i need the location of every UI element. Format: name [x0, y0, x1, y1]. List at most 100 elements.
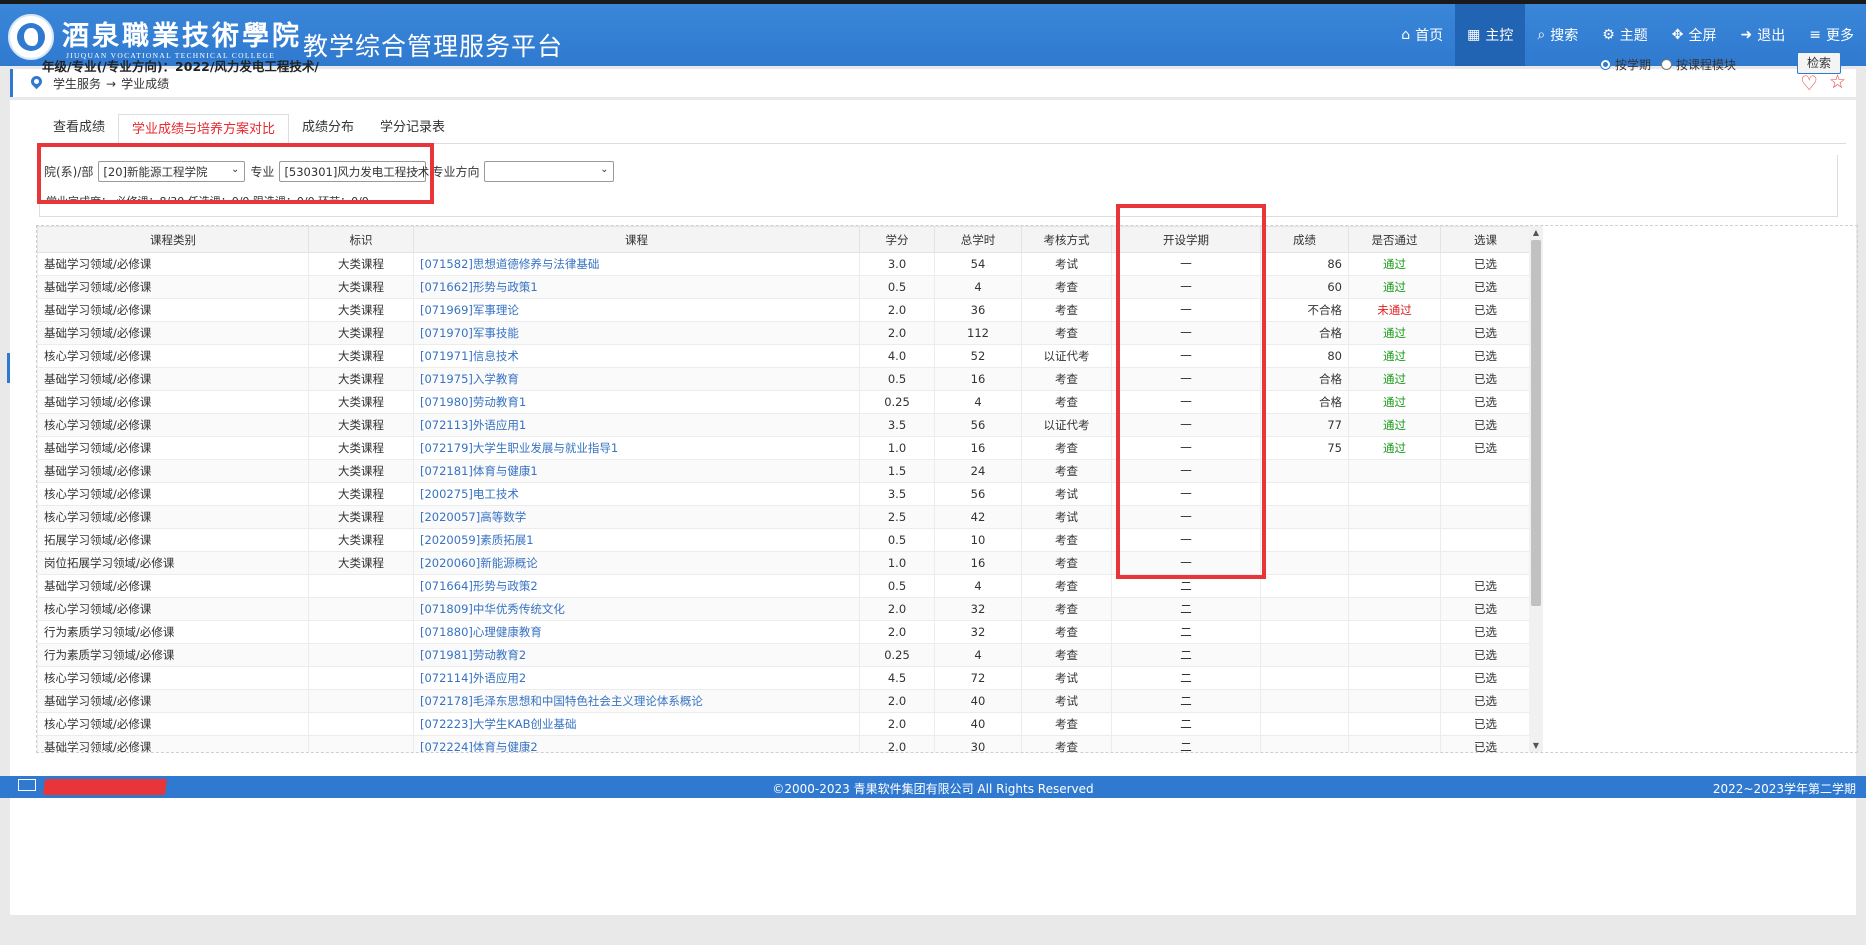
col-hours-cell: 54 [934, 252, 1022, 276]
col-category-cell: 拓展学习领域/必修课 [37, 528, 309, 552]
tab-grade-distribution[interactable]: 成绩分布 [289, 113, 367, 142]
col-course-cell[interactable]: [072113]外语应用1 [413, 413, 860, 437]
col-category-cell: 基础学习领域/必修课 [37, 367, 309, 391]
col-tag-cell [308, 712, 414, 736]
col-hours-cell: 16 [934, 551, 1022, 575]
col-hours-cell: 16 [934, 367, 1022, 391]
col-passed-cell [1348, 574, 1441, 598]
col-passed-cell: 未通过 [1348, 298, 1441, 322]
col-selected-cell: 已选 [1440, 390, 1531, 414]
col-selected-cell: 已选 [1440, 666, 1531, 690]
col-term-cell: 一 [1111, 413, 1261, 437]
tab-view-grades[interactable]: 查看成绩 [40, 113, 118, 142]
scroll-up-icon[interactable]: ▲ [1529, 228, 1543, 237]
footer-term: 2022~2023学年第二学期 [1712, 782, 1856, 796]
scroll-down-icon[interactable]: ▼ [1529, 741, 1543, 750]
col-course-cell[interactable]: [071981]劳动教育2 [413, 643, 860, 667]
table-row: 行为素质学习领域/必修课 [071981]劳动教育2 0.25 4 考查二 已选 [37, 643, 1531, 667]
nav-home[interactable]: ⌂ 首页 [1389, 4, 1455, 66]
col-score-cell [1260, 735, 1349, 752]
col-hours-cell: 56 [934, 482, 1022, 506]
nav-search[interactable]: ⌕ 搜索 [1525, 4, 1590, 66]
col-course-cell[interactable]: [072181]体育与健康1 [413, 459, 860, 483]
col-term-header: 开设学期 [1111, 226, 1261, 253]
heart-icon[interactable]: ♡ [1800, 71, 1818, 95]
col-selected-cell: 已选 [1440, 367, 1531, 391]
col-assessment-cell: 考查 [1021, 367, 1112, 391]
col-hours-cell: 32 [934, 597, 1022, 621]
col-course-cell[interactable]: [2020057]高等数学 [413, 505, 860, 529]
by-module-radio[interactable] [1660, 59, 1672, 70]
footer: ©2000-2023 青果软件集团有限公司 All Rights Reserve… [0, 776, 1866, 798]
col-assessment-cell: 考查 [1021, 643, 1112, 667]
col-term-cell: 一 [1111, 367, 1261, 391]
col-selected-cell [1440, 551, 1531, 575]
scroll-thumb[interactable] [1531, 240, 1541, 606]
col-course-cell[interactable]: [072114]外语应用2 [413, 666, 860, 690]
col-course-cell[interactable]: [071971]信息技术 [413, 344, 860, 368]
major-select[interactable]: [530301]风力发电工程技术 ⌄ [279, 161, 429, 182]
col-passed-cell: 通过 [1348, 321, 1441, 345]
col-course-cell[interactable]: [072223]大学生KAB创业基础 [413, 712, 860, 736]
col-course-cell[interactable]: [071880]心理健康教育 [413, 620, 860, 644]
col-tag-cell [308, 643, 414, 667]
col-score-cell: 合格 [1260, 367, 1349, 391]
col-term-cell: 二 [1111, 574, 1261, 598]
col-selected-cell [1440, 505, 1531, 529]
tab-grades-vs-plan[interactable]: 学业成绩与培养方案对比 [118, 114, 290, 145]
col-passed-header: 是否通过 [1348, 226, 1441, 253]
star-icon[interactable]: ☆ [1829, 71, 1846, 93]
col-selected-cell: 已选 [1440, 620, 1531, 644]
col-category-cell: 核心学习领域/必修课 [37, 505, 309, 529]
col-score-cell: 合格 [1260, 321, 1349, 345]
col-assessment-cell: 考试 [1021, 482, 1112, 506]
tab-bar: 查看成绩 学业成绩与培养方案对比 成绩分布 学分记录表 [40, 113, 458, 145]
col-course-cell[interactable]: [072179]大学生职业发展与就业指导1 [413, 436, 860, 460]
col-course-cell[interactable]: [071662]形势与政策1 [413, 275, 860, 299]
nav-more-label: 更多 [1826, 28, 1854, 44]
col-course-cell[interactable]: [071809]中华优秀传统文化 [413, 597, 860, 621]
col-selected-cell: 已选 [1440, 298, 1531, 322]
col-course-cell[interactable]: [071980]劳动教育1 [413, 390, 860, 414]
col-course-cell[interactable]: [200275]电工技术 [413, 482, 860, 506]
table-row: 核心学习领域/必修课 [072114]外语应用2 4.5 72 考试二 已选 [37, 666, 1531, 690]
col-course-cell[interactable]: [071664]形势与政策2 [413, 574, 860, 598]
col-credit-cell: 1.5 [859, 459, 935, 483]
col-selected-cell: 已选 [1440, 574, 1531, 598]
table-row: 核心学习领域/必修课 [072223]大学生KAB创业基础 2.0 40 考查二 已选 [37, 712, 1531, 736]
col-credit-header: 学分 [859, 226, 935, 253]
by-term-radio[interactable] [1599, 59, 1611, 70]
table-scrollbar[interactable]: ▲ ▼ [1529, 226, 1543, 752]
breadcrumb-parent[interactable]: 学生服务 [53, 77, 101, 91]
col-course-cell[interactable]: [2020060]新能源概论 [413, 551, 860, 575]
chevron-down-icon: ⌄ [231, 164, 240, 175]
col-hours-cell: 112 [934, 321, 1022, 345]
col-course-cell[interactable]: [071970]军事技能 [413, 321, 860, 345]
completion-summary: 学业完成度： 必修课：8/30 任选课：0/0 限选课：0/0 环节：0/0 [46, 193, 369, 201]
search-button[interactable]: 检索 [1797, 52, 1841, 74]
col-passed-cell [1348, 620, 1441, 644]
col-course-cell[interactable]: [071969]军事理论 [413, 298, 860, 322]
col-assessment-cell: 考查 [1021, 712, 1112, 736]
col-hours-header: 总学时 [934, 226, 1022, 253]
direction-select[interactable]: ⌄ [484, 161, 615, 182]
col-course-cell[interactable]: [2020059]素质拓展1 [413, 528, 860, 552]
tab-credit-record[interactable]: 学分记录表 [367, 113, 458, 142]
col-course-cell[interactable]: [071975]入学教育 [413, 367, 860, 391]
col-term-cell: 二 [1111, 712, 1261, 736]
col-course-cell[interactable]: [072178]毛泽东思想和中国特色社会主义理论体系概论 [413, 689, 860, 713]
dept-select[interactable]: [20]新能源工程学院 ⌄ [98, 161, 246, 182]
school-name-cn: 酒泉職業技術學院 [62, 21, 302, 52]
col-course-cell[interactable]: [072224]体育与健康2 [413, 735, 860, 752]
nav-logout-label: 退出 [1757, 28, 1786, 44]
col-category-cell: 核心学习领域/必修课 [37, 597, 309, 621]
col-category-cell: 基础学习领域/必修课 [37, 298, 309, 322]
course-table-container: 课程类别 标识 课程 学分 总学时 考核方式 开设学期 成绩 是否通过 选课 基础学习领域/必修课… [36, 225, 1858, 753]
col-term-cell: 一 [1111, 482, 1261, 506]
nav-main-control[interactable]: ▦ 主控 [1455, 4, 1526, 66]
col-category-cell: 核心学习领域/必修课 [37, 344, 309, 368]
dept-label: 院(系)/部 [44, 165, 94, 179]
table-row: 基础学习领域/必修课 大类课程 [071582]思想道德修养与法律基础 3.0 54 考试… [37, 252, 1531, 276]
col-tag-cell: 大类课程 [308, 390, 414, 414]
col-course-cell[interactable]: [071582]思想道德修养与法律基础 [413, 252, 860, 276]
